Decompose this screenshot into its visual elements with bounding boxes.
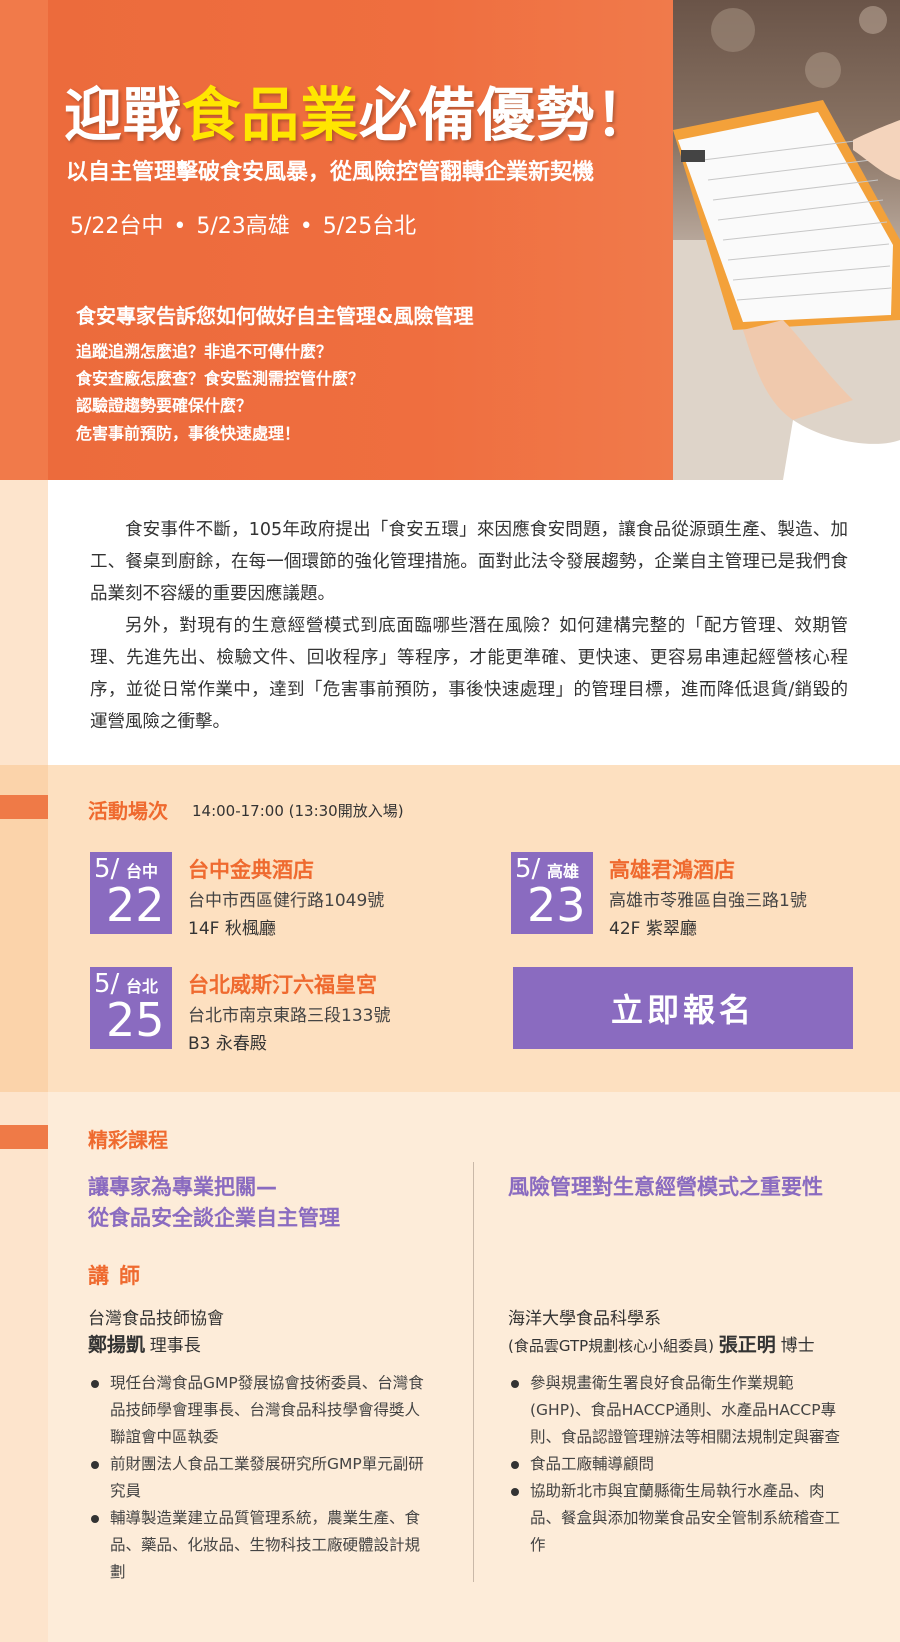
venue-address: 高雄市苓雅區自強三路1號 (609, 891, 807, 911)
bullet-item: 現任台灣食品GMP發展協會技術委員、台灣食品技師學會理事長、台灣食品科技學會得獎… (88, 1370, 430, 1451)
sessions-section: 活動場次 14:00-17:00 (13:30開放入場) 5/ 台中 22 台中… (0, 765, 900, 1092)
instructor-role: 理事長 (149, 1336, 201, 1356)
clipboard-photo (673, 0, 900, 480)
column-divider (473, 1162, 474, 1582)
date-taichung: 5/22台中 (70, 214, 164, 239)
venue-address: 台中市西區健行路1049號 (188, 891, 385, 911)
courses-title: 精彩課程 (88, 1128, 168, 1152)
venue-room: 42F 紫翠廳 (609, 919, 697, 939)
date-badge: 5/ 台中 22 (90, 852, 172, 934)
event-flyer-page: 迎戰食品業必備優勢！ 以自主管理擊破食安風暴，從風險控管翻轉企業新契機 5/22… (0, 0, 900, 1642)
course-title-left: 讓專家為專業把關— 從食品安全談企業自主管理 (88, 1172, 340, 1234)
title-prefix: 迎戰 (64, 81, 183, 149)
sessions-title: 活動場次 (88, 799, 168, 823)
bullet-item: 食品工廠輔導顧問 (508, 1451, 850, 1478)
instructor-label: 講師 (88, 1264, 150, 1288)
bullet-item: 參與規畫衛生署良好食品衛生作業規範(GHP)、食品HACCP通則、水產品HACC… (508, 1370, 850, 1451)
instructor-committee: (食品雲GTP規劃核心小組委員) (508, 1337, 715, 1355)
date-badge: 5/ 高雄 23 (511, 852, 593, 934)
date-taipei: 5/25台北 (322, 214, 417, 239)
venue-name: 台中金典酒店 (188, 858, 314, 882)
date-kaohsiung: 5/23高雄 (196, 214, 290, 239)
question-item: 食安查廠怎麼查？食安監測需控管什麼？ (76, 369, 365, 388)
venue-address: 台北市南京東路三段133號 (188, 1006, 391, 1026)
question-item: 認驗證趨勢要確保什麼？ (76, 396, 253, 415)
intro-text: 食安事件不斷，105年政府提出「食安五環」來因應食安問題，讓食品從源頭生產、製造… (90, 514, 848, 738)
venue-name: 高雄君鴻酒店 (609, 858, 735, 882)
intro-paragraph: 另外，對現有的生意經營模式到底面臨哪些潛在風險？如何建構完整的「配方管理、效期管… (90, 616, 848, 732)
hero-banner: 迎戰食品業必備優勢！ 以自主管理擊破食安風暴，從風險控管翻轉企業新契機 5/22… (0, 0, 900, 480)
instructor-role: 博士 (780, 1336, 815, 1356)
expert-heading: 食安專家告訴您如何做好自主管理&風險管理 (76, 304, 474, 328)
register-button[interactable]: 立即報名 (513, 967, 853, 1049)
date-separator: • (299, 214, 313, 239)
venue-room: 14F 秋楓廳 (188, 919, 276, 939)
date-badge: 5/ 台北 25 (90, 967, 172, 1049)
badge-day: 22 (106, 878, 165, 932)
section-tab-marker (0, 795, 48, 819)
date-separator: • (173, 214, 187, 239)
venue-room: B3 永春殿 (188, 1034, 267, 1054)
title-highlight: 食品業 (182, 81, 360, 149)
intro-left-strip (0, 480, 48, 765)
badge-day: 25 (106, 993, 165, 1047)
intro-section: 食安事件不斷，105年政府提出「食安五環」來因應食安問題，讓食品從源頭生產、製造… (0, 480, 900, 765)
bullet-item: 前財團法人食品工業發展研究所GMP單元副研究員 (88, 1451, 430, 1505)
clipboard-illustration (673, 6, 900, 480)
hero-title: 迎戰食品業必備優勢！ (64, 68, 654, 152)
bullet-item: 協助新北市與宜蘭縣衛生局執行水產品、肉品、餐盒與添加物業食品安全管制系統稽查工作 (508, 1478, 850, 1559)
instructor-bullets-right: 參與規畫衛生署良好食品衛生作業規範(GHP)、食品HACCP通則、水產品HACC… (508, 1370, 850, 1559)
sessions-time: 14:00-17:00 (13:30開放入場) (192, 802, 404, 820)
course-title-line: 從食品安全談企業自主管理 (88, 1206, 340, 1230)
instructor-org: 台灣食品技師協會 (88, 1309, 224, 1329)
instructor-bullets-left: 現任台灣食品GMP發展協會技術委員、台灣食品技師學會理事長、台灣食品科技學會得獎… (88, 1370, 430, 1586)
question-item: 危害事前預防，事後快速處理！ (76, 424, 301, 443)
hero-dates: 5/22台中 • 5/23高雄 • 5/25台北 (70, 208, 416, 240)
courses-section: 精彩課程 讓專家為專業把關— 從食品安全談企業自主管理 講師 台灣食品技師協會 … (0, 1092, 900, 1642)
instructor-name: 張正明 (718, 1334, 776, 1356)
question-item: 追蹤追溯怎麼追？非追不可傳什麼？ (76, 342, 333, 361)
section-tab-marker (0, 1125, 48, 1149)
title-suffix: 必備優勢！ (359, 81, 655, 149)
instructor-name-line: 鄭揚凱 理事長 (88, 1330, 201, 1357)
intro-paragraph: 食安事件不斷，105年政府提出「食安五環」來因應食安問題，讓食品從源頭生產、製造… (90, 520, 848, 604)
venue-name: 台北威斯汀六福皇宮 (188, 973, 377, 997)
instructor-name-line: (食品雲GTP規劃核心小組委員) 張正明 博士 (508, 1330, 815, 1357)
instructor-org: 海洋大學食品科學系 (508, 1309, 661, 1329)
courses-left-strip (0, 1092, 48, 1642)
course-title-right: 風險管理對生意經營模式之重要性 (508, 1175, 823, 1199)
instructor-name: 鄭揚凱 (88, 1334, 146, 1356)
bullet-item: 輔導製造業建立品質管理系統，農業生產、食品、藥品、化妝品、生物科技工廠硬體設計規… (88, 1505, 430, 1586)
hero-left-strip (0, 0, 48, 480)
badge-day: 23 (527, 878, 586, 932)
hero-subtitle: 以自主管理擊破食安風暴，從風險控管翻轉企業新契機 (66, 160, 595, 185)
course-title-line: 讓專家為專業把關— (88, 1175, 277, 1199)
